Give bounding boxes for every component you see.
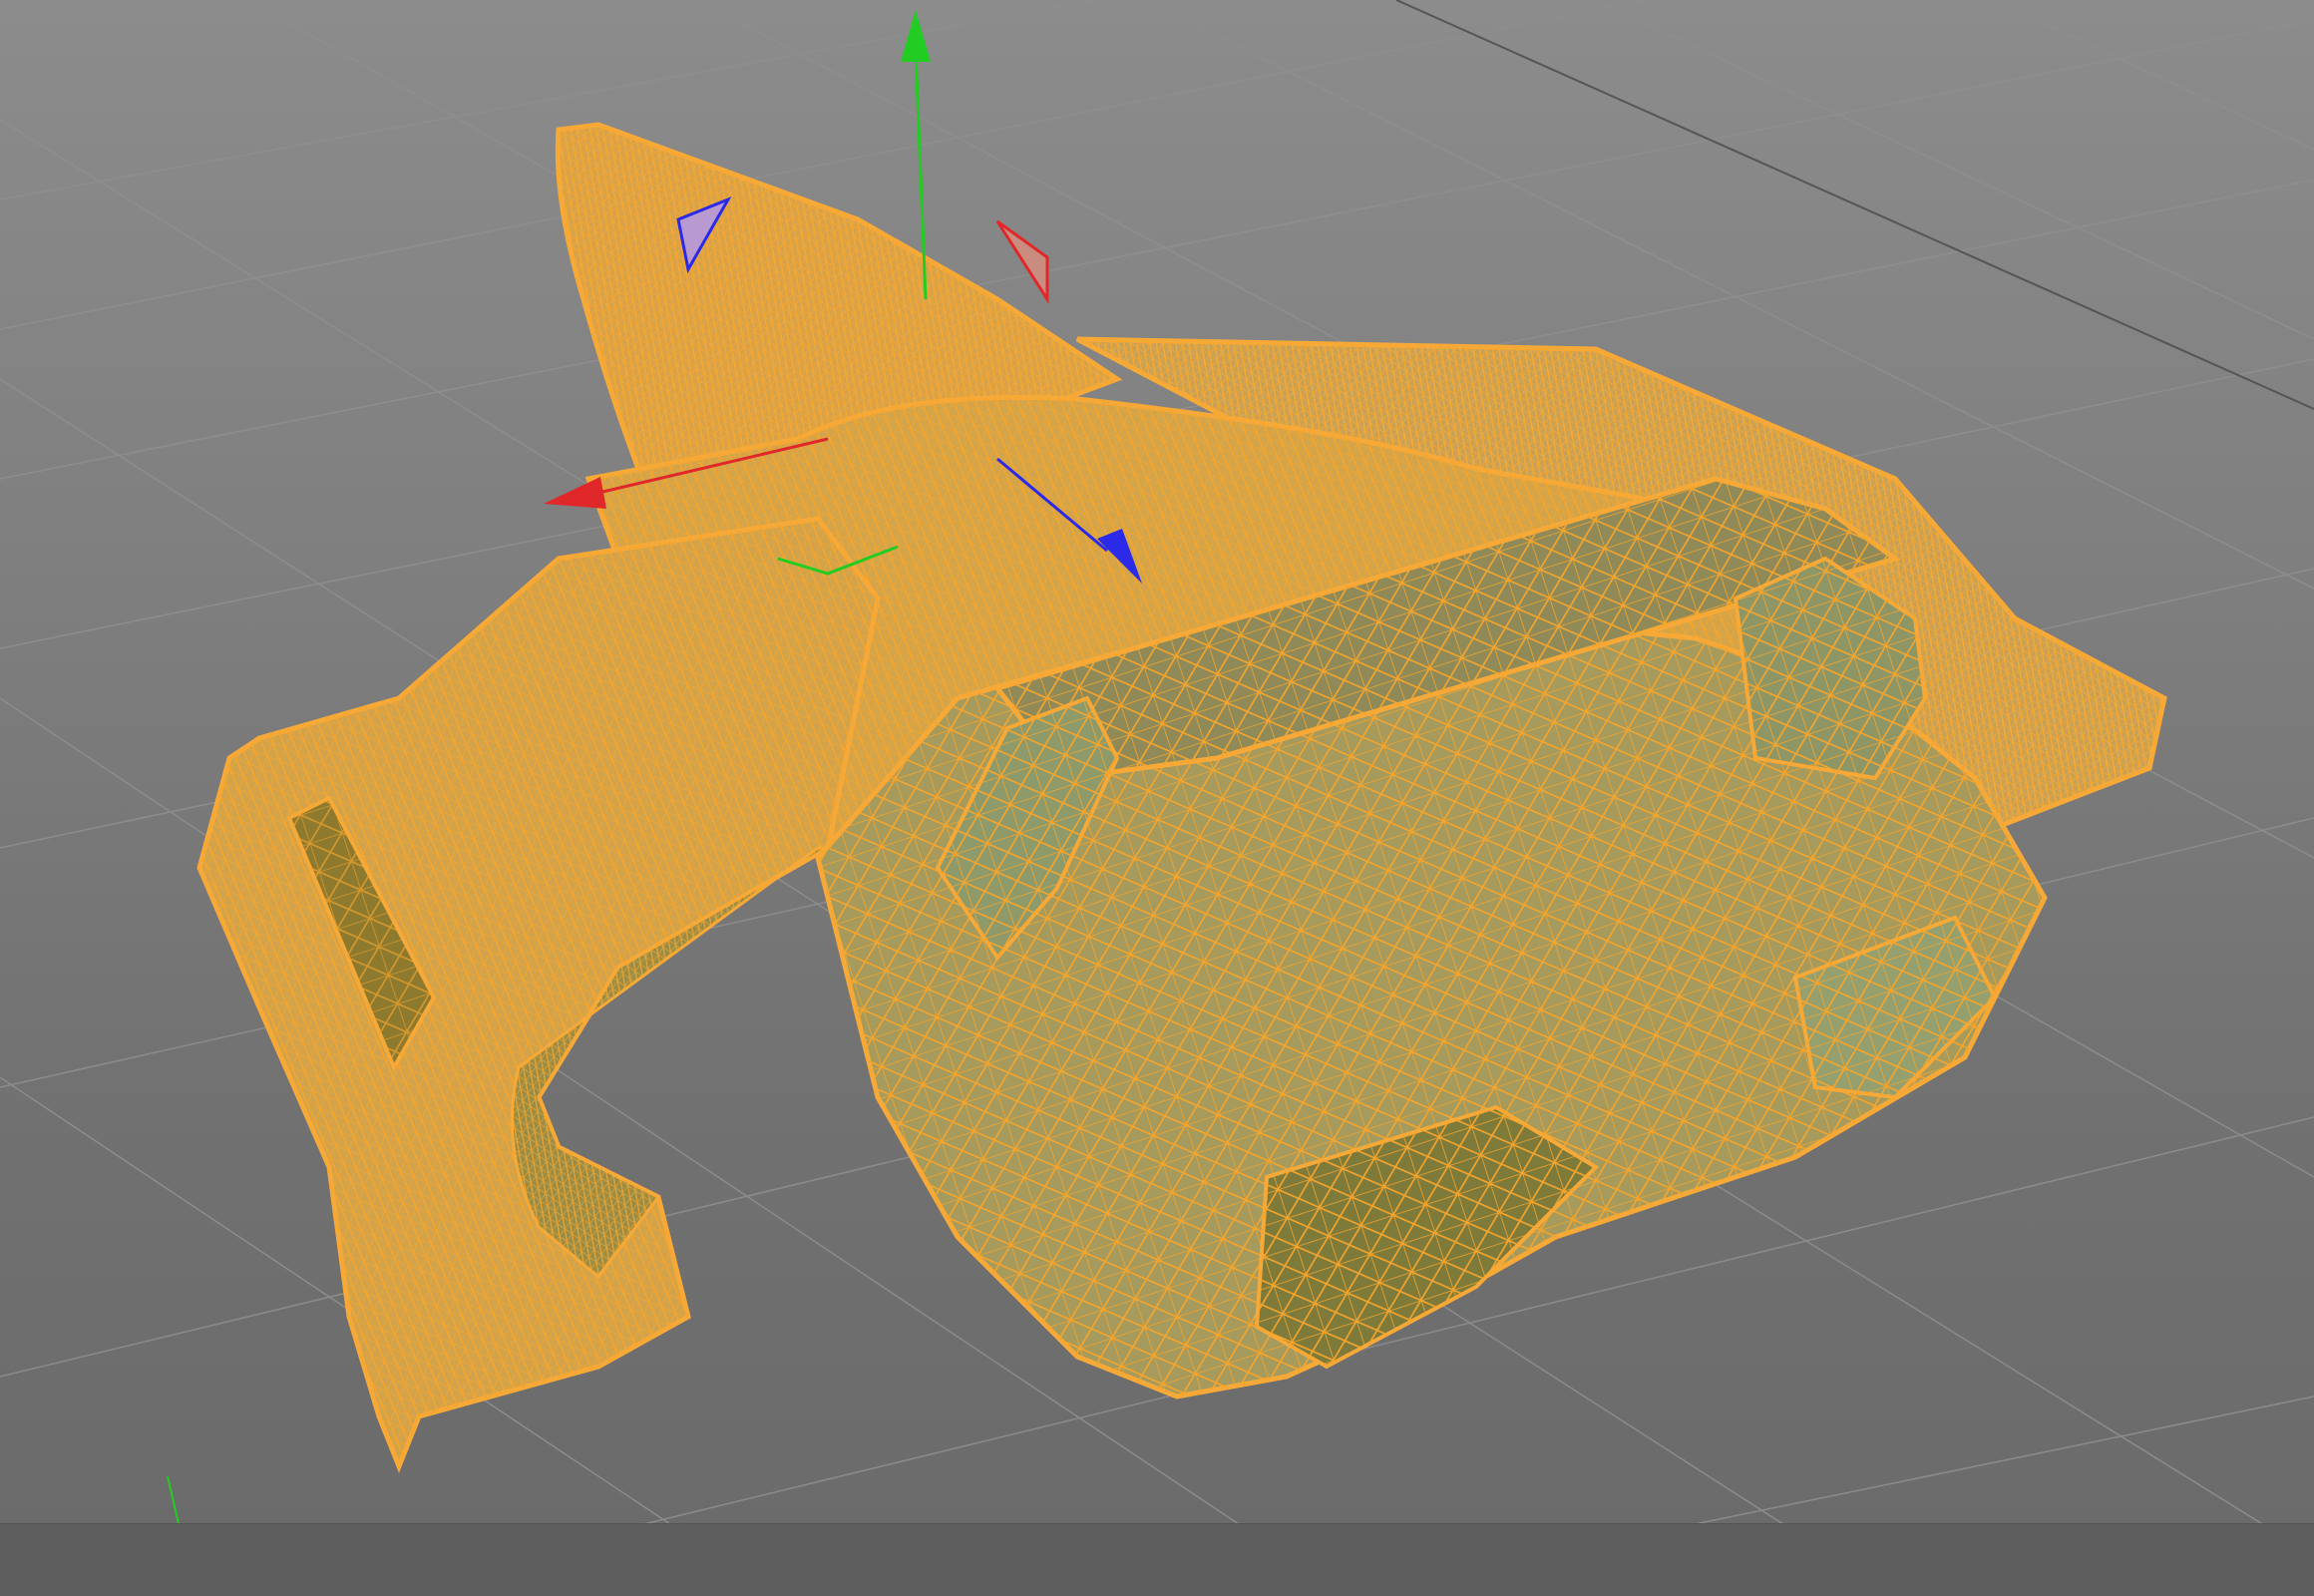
gizmo-x-arrow-icon[interactable]	[544, 477, 606, 509]
viewport-bottom-bar	[0, 1523, 2314, 1596]
mesh-left-wing-wire	[199, 519, 878, 1466]
gizmo-yz-plane-handle[interactable]	[995, 219, 1049, 305]
3d-viewport[interactable]	[0, 0, 2314, 1596]
gizmo-y-arrow-icon[interactable]	[901, 10, 931, 62]
viewport-scene[interactable]	[0, 0, 2314, 1596]
selected-mesh-object[interactable]	[196, 122, 2167, 1473]
